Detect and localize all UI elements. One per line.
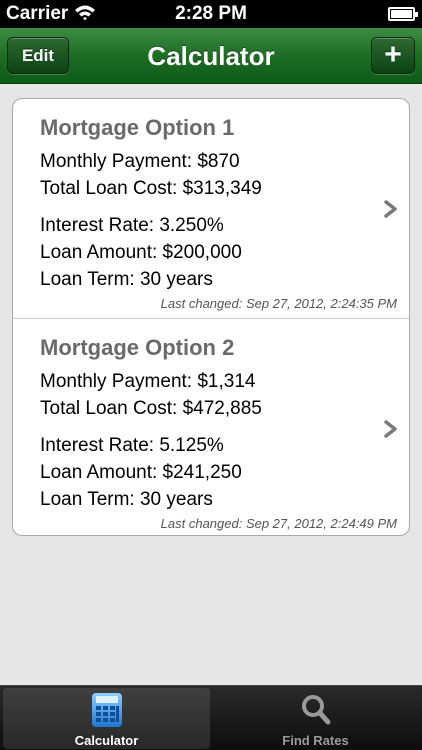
option-title: Mortgage Option 1 <box>40 115 235 140</box>
monthly-payment: Monthly Payment: $870 <box>40 151 240 172</box>
last-changed-timestamp: Last changed: Sep 27, 2012, 2:24:35 PM <box>160 296 397 311</box>
battery-icon <box>388 7 418 21</box>
navigation-bar: Edit Calculator + <box>0 28 422 84</box>
battery-level <box>391 10 412 18</box>
tab-label: Find Rates <box>282 733 349 748</box>
loan-amount: Loan Amount: $241,250 <box>40 462 242 483</box>
mortgage-option-cell[interactable]: Mortgage Option 1 Monthly Payment: $870 … <box>13 99 409 317</box>
status-time: 2:28 PM <box>175 3 247 24</box>
interest-rate: Interest Rate: 3.250% <box>40 215 224 236</box>
add-option-button[interactable]: + <box>371 37 415 74</box>
total-loan-cost: Total Loan Cost: $313,349 <box>40 178 262 199</box>
total-loan-cost: Total Loan Cost: $472,885 <box>40 398 262 419</box>
monthly-payment: Monthly Payment: $1,314 <box>40 371 256 392</box>
screen: Carrier 2:28 PM Edit Calculator + Mortga… <box>0 0 422 750</box>
status-bar: Carrier 2:28 PM <box>0 0 422 28</box>
page-title: Calculator <box>147 41 275 71</box>
magnifier-icon <box>302 695 331 725</box>
loan-amount: Loan Amount: $200,000 <box>40 242 242 263</box>
loan-term: Loan Term: 30 years <box>40 489 213 510</box>
tab-bar: Calculator Find Rates <box>0 685 422 750</box>
tab-label: Calculator <box>74 733 139 748</box>
mortgage-options-list: Mortgage Option 1 Monthly Payment: $870 … <box>12 98 410 536</box>
option-title: Mortgage Option 2 <box>40 335 235 360</box>
mortgage-option-cell[interactable]: Mortgage Option 2 Monthly Payment: $1,31… <box>13 318 409 535</box>
tab-find-rates[interactable]: Find Rates <box>212 688 419 749</box>
last-changed-timestamp: Last changed: Sep 27, 2012, 2:24:49 PM <box>160 516 397 531</box>
tab-calculator[interactable]: Calculator <box>3 688 210 749</box>
chevron-right-icon <box>384 420 397 438</box>
chevron-right-icon <box>384 200 397 218</box>
interest-rate: Interest Rate: 5.125% <box>40 435 224 456</box>
loan-term: Loan Term: 30 years <box>40 269 213 290</box>
calculator-icon <box>92 693 122 727</box>
